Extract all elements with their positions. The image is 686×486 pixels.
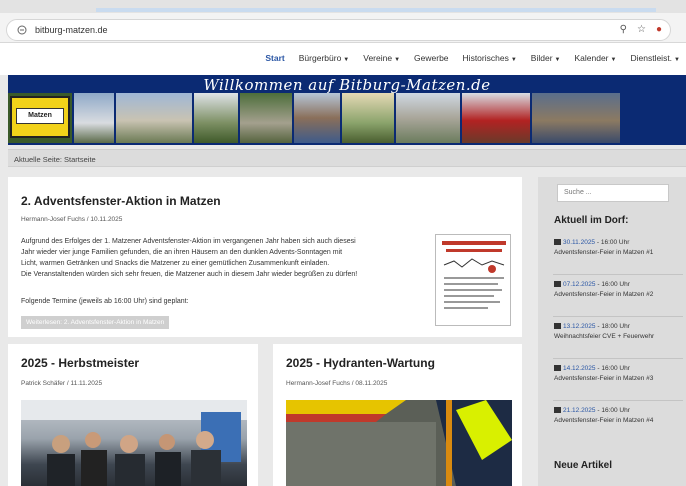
divider <box>553 274 683 275</box>
chevron-down-icon: ▼ <box>343 57 350 63</box>
nav-item-historisches[interactable]: Historisches ▼ <box>463 53 517 63</box>
article-body-line: Aufgrund des Erfolges der 1. Matzener Ad… <box>21 238 356 245</box>
article-photo-hydrant[interactable] <box>286 400 512 486</box>
event-title: Adventsfenster-Feier in Matzen #3 <box>554 375 654 382</box>
nav-item-bilder[interactable]: Bilder ▼ <box>531 53 561 63</box>
event-time: - 16:00 Uhr <box>595 239 630 246</box>
calendar-icon <box>554 323 561 329</box>
nav-item-gewerbe[interactable]: Gewerbe <box>414 53 449 63</box>
event-title: Adventsfenster-Feier in Matzen #1 <box>554 249 654 256</box>
article-dates-line: Folgende Termine (jeweils ab 16:00 Uhr) … <box>21 298 189 305</box>
article-meta: Patrick Schäfer / 11.11.2025 <box>21 380 103 387</box>
site-info-icon[interactable] <box>17 25 27 35</box>
event-item[interactable]: 14.12.2025 - 16:00 Uhr Adventsfenster-Fe… <box>554 364 684 384</box>
article-meta: Hermann-Josef Fuchs / 10.11.2025 <box>21 216 123 223</box>
nav-label: Dienstleist. <box>630 53 673 63</box>
event-item[interactable]: 21.12.2025 - 16:00 Uhr Adventsfenster-Fe… <box>554 406 684 426</box>
nav-item-dienstleist[interactable]: Dienstleist. ▼ <box>630 53 680 63</box>
event-title: Weihnachtsfeier CVE + Feuerwehr <box>554 333 655 340</box>
chevron-down-icon: ▼ <box>510 57 517 63</box>
chevron-down-icon: ▼ <box>674 57 680 63</box>
divider <box>553 316 683 317</box>
banner-photo <box>462 93 530 143</box>
event-date: 13.12.2025 <box>563 323 596 330</box>
chevron-down-icon: ▼ <box>394 57 401 63</box>
event-item[interactable]: 07.12.2025 - 16:00 Uhr Adventsfenster-Fe… <box>554 280 684 300</box>
team-photo-graphic <box>21 400 247 486</box>
banner-photo <box>532 93 620 143</box>
town-sign-text: Matzen <box>16 108 64 124</box>
event-time: - 16:00 Uhr <box>595 407 630 414</box>
tab-strip <box>0 0 686 13</box>
active-tab-indicator <box>96 8 656 12</box>
calendar-icon <box>554 239 561 245</box>
banner-title: Willkommen auf Bitburg-Matzen.de <box>203 76 491 94</box>
nav-label: Bürgerbüro <box>298 53 342 63</box>
nav-label: Bilder <box>530 53 553 63</box>
extension-icon[interactable]: ● <box>656 24 662 35</box>
event-date: 30.11.2025 <box>563 239 596 246</box>
browser-chrome: bitburg-matzen.de ⚲ ☆ ● <box>0 0 686 43</box>
event-time: - 16:00 Uhr <box>595 281 630 288</box>
bookmark-star-icon[interactable]: ☆ <box>637 24 646 35</box>
nav-item-start[interactable]: Start <box>265 53 284 63</box>
event-item[interactable]: 30.11.2025 - 16:00 Uhr Adventsfenster-Fe… <box>554 238 684 258</box>
nav-item-kalender[interactable]: Kalender ▼ <box>574 53 616 63</box>
url-text[interactable]: bitburg-matzen.de <box>35 25 108 35</box>
site-header: Start Bürgerbüro ▼ Vereine ▼ Gewerbe Histo… <box>0 43 686 75</box>
article-body: Aufgrund des Erfolges der 1. Matzener Ad… <box>21 236 431 280</box>
sidebar-heading-new-articles: Neue Artikel <box>554 460 612 471</box>
chevron-down-icon: ▼ <box>610 57 617 63</box>
event-title: Adventsfenster-Feier in Matzen #2 <box>554 291 654 298</box>
banner-photo <box>194 93 238 143</box>
search-input[interactable]: Suche ... <box>557 184 669 202</box>
chevron-down-icon: ▼ <box>554 57 561 63</box>
event-date: 14.12.2025 <box>563 365 596 372</box>
event-item[interactable]: 13.12.2025 - 18:00 Uhr Weihnachtsfeier C… <box>554 322 684 342</box>
banner-photo <box>116 93 192 143</box>
divider <box>553 400 683 401</box>
address-tools: ⚲ ☆ ● <box>620 24 662 35</box>
article-photo-team[interactable] <box>21 400 247 486</box>
article-meta: Hermann-Josef Fuchs / 08.11.2025 <box>286 380 388 387</box>
site-banner[interactable]: Willkommen auf Bitburg-Matzen.de Matzen <box>8 75 686 145</box>
event-time: - 16:00 Uhr <box>595 365 630 372</box>
zoom-icon[interactable]: ⚲ <box>620 24 627 35</box>
sidebar-heading-events: Aktuell im Dorf: <box>554 215 629 226</box>
nav-item-buergerbuero[interactable]: Bürgerbüro ▼ <box>299 53 349 63</box>
calendar-icon <box>554 281 561 287</box>
calendar-icon <box>554 407 561 413</box>
event-date: 07.12.2025 <box>563 281 596 288</box>
calendar-icon <box>554 365 561 371</box>
advent-poster-image[interactable] <box>435 234 511 326</box>
event-title: Adventsfenster-Feier in Matzen #4 <box>554 417 654 424</box>
article-title[interactable]: 2025 - Hydranten-Wartung <box>286 356 435 370</box>
main-nav: Start Bürgerbüro ▼ Vereine ▼ Gewerbe Histo… <box>265 53 680 63</box>
nav-label: Kalender <box>574 53 609 63</box>
article-body-line: Jahr wieder vier junge Familien gefunden… <box>21 249 343 256</box>
nav-label: Historisches <box>462 53 509 63</box>
banner-photo-strip <box>8 93 686 143</box>
breadcrumb: Aktuelle Seite: Startseite <box>8 149 686 167</box>
event-date: 21.12.2025 <box>563 407 596 414</box>
town-sign-logo: Matzen <box>10 96 70 138</box>
article-title[interactable]: 2. Adventsfenster-Aktion in Matzen <box>21 194 221 208</box>
banner-photo <box>342 93 394 143</box>
read-more-button[interactable]: Weiterlesen: 2. Adventsfenster-Aktion in… <box>21 316 170 329</box>
banner-photo <box>74 93 114 143</box>
hydrant-photo-graphic <box>286 400 512 486</box>
nav-item-vereine[interactable]: Vereine ▼ <box>363 53 400 63</box>
article-title[interactable]: 2025 - Herbstmeister <box>21 356 139 370</box>
banner-photo <box>396 93 460 143</box>
banner-photo <box>240 93 292 143</box>
article-body-line: Die Veranstaltenden würden sich sehr fre… <box>21 271 358 278</box>
event-time: - 18:00 Uhr <box>595 323 630 330</box>
banner-photo <box>294 93 340 143</box>
address-bar[interactable]: bitburg-matzen.de ⚲ ☆ ● <box>6 19 671 41</box>
article-body-line: Licht, warmen Getränken und Snacks die M… <box>21 260 330 267</box>
nav-label: Vereine <box>363 53 393 63</box>
poster-graphic <box>442 241 506 309</box>
divider <box>553 358 683 359</box>
